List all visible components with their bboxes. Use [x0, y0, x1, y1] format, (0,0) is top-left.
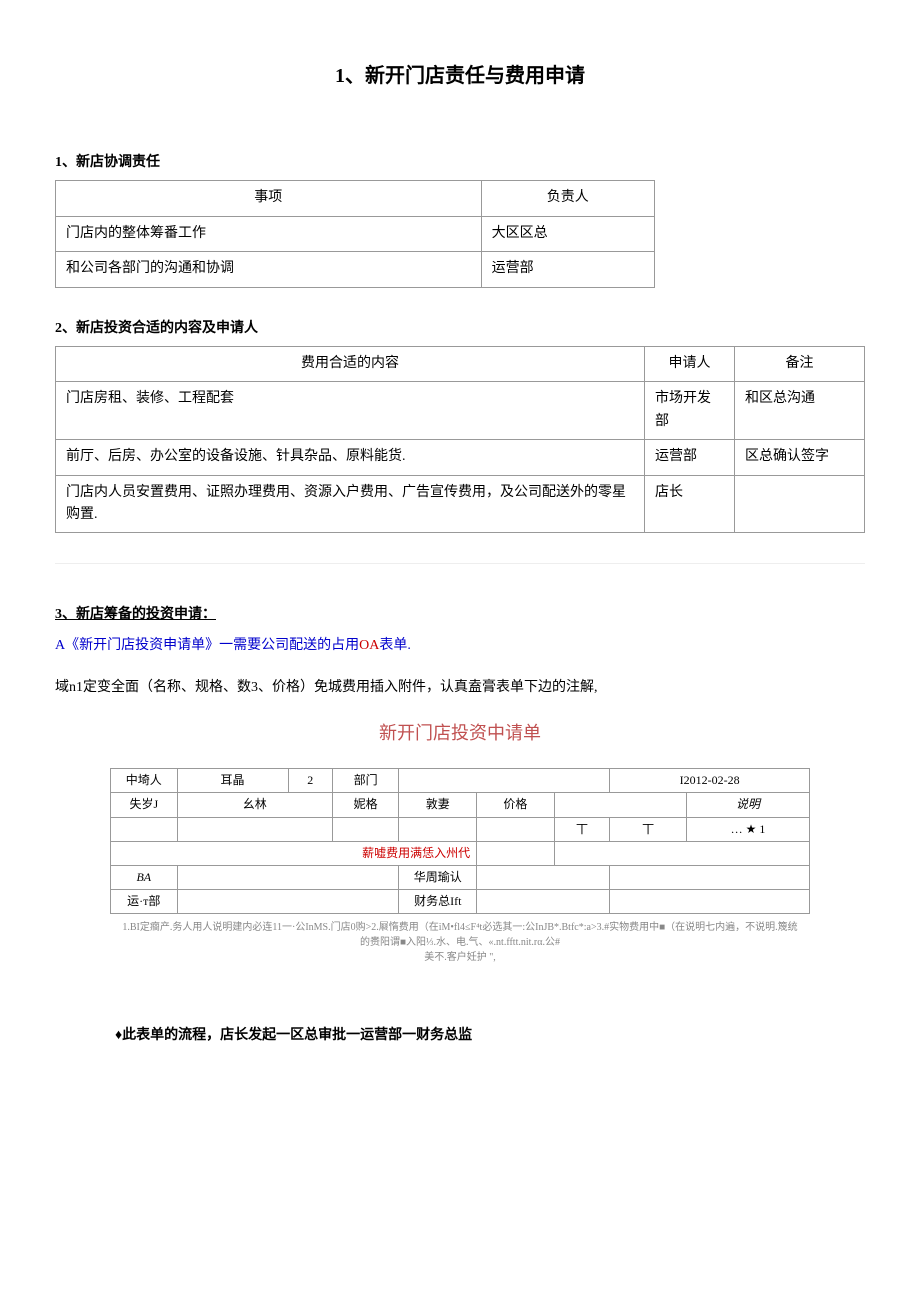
page-title: 1、新开门店责任与费用申请 — [55, 60, 865, 92]
form-footnote: 1.BI定癎产.务人用人说明建内必连11一·公InMS.门店0购>2.㞡惰费用（… — [55, 920, 865, 965]
divider — [55, 563, 865, 564]
table-row: BA 华周瑜认 — [111, 866, 810, 890]
table-row: 前厅、后房、办公室的设备设施、针具杂品、原料能货. 运营部 区总确认签字 — [56, 440, 865, 475]
col-header: 申请人 — [645, 346, 735, 381]
table-row: 薪嘘费用满恁入州代 — [111, 841, 810, 865]
table-row: 门店内的整体筹番工作 大区区总 — [56, 216, 655, 251]
col-header: 负责人 — [481, 181, 654, 216]
section3-heading: 3、新店筹备的投资申请： — [55, 604, 865, 626]
table-row: 中埼人 耳晶 2 部门 I2012-02-28 — [111, 769, 810, 793]
field-note: 域n1定变全面（名称、规格、数3、价格）免城费用插入附件，认真盍膏表单下边的注解… — [55, 677, 865, 699]
section1-heading: 1、新店协调责任 — [55, 152, 865, 174]
table-row: 丅 丅 … ★ 1 — [111, 817, 810, 841]
col-header: 备注 — [735, 346, 865, 381]
application-form-table: 中埼人 耳晶 2 部门 I2012-02-28 失岁J 幺林 妮格 敦妻 价格 … — [110, 768, 810, 914]
table-responsibility: 事项 负责人 门店内的整体筹番工作 大区区总 和公司各部门的沟通和协调 运营部 — [55, 180, 655, 287]
table-row: 和公司各部门的沟通和协调 运营部 — [56, 252, 655, 287]
application-form-title: 新开门店投资中请单 — [55, 719, 865, 748]
table-row: 运·т部 财务总Ift — [111, 890, 810, 914]
table-row: 失岁J 幺林 妮格 敦妻 价格 说明 — [111, 793, 810, 817]
table-row: 门店内人员安置费用、证照办理费用、资源入户费用、广告宣传费用，及公司配送外的零星… — [56, 475, 865, 533]
section2-heading: 2、新店投资合适的内容及申请人 — [55, 318, 865, 340]
col-header: 费用合适的内容 — [56, 346, 645, 381]
table-investment-content: 费用合适的内容 申请人 备注 门店房租、装修、工程配套 市场开发部 和区总沟通 … — [55, 346, 865, 533]
table-row: 门店房租、装修、工程配套 市场开发部 和区总沟通 — [56, 382, 865, 440]
oa-form-line: A《新开门店投资申请单》一需要公司配送的占用OA表单. — [55, 635, 865, 657]
col-header: 事项 — [56, 181, 482, 216]
process-flow-note: ♦此表单的流程，店长发起一区总审批一运营部一财务总监 — [115, 1025, 865, 1047]
